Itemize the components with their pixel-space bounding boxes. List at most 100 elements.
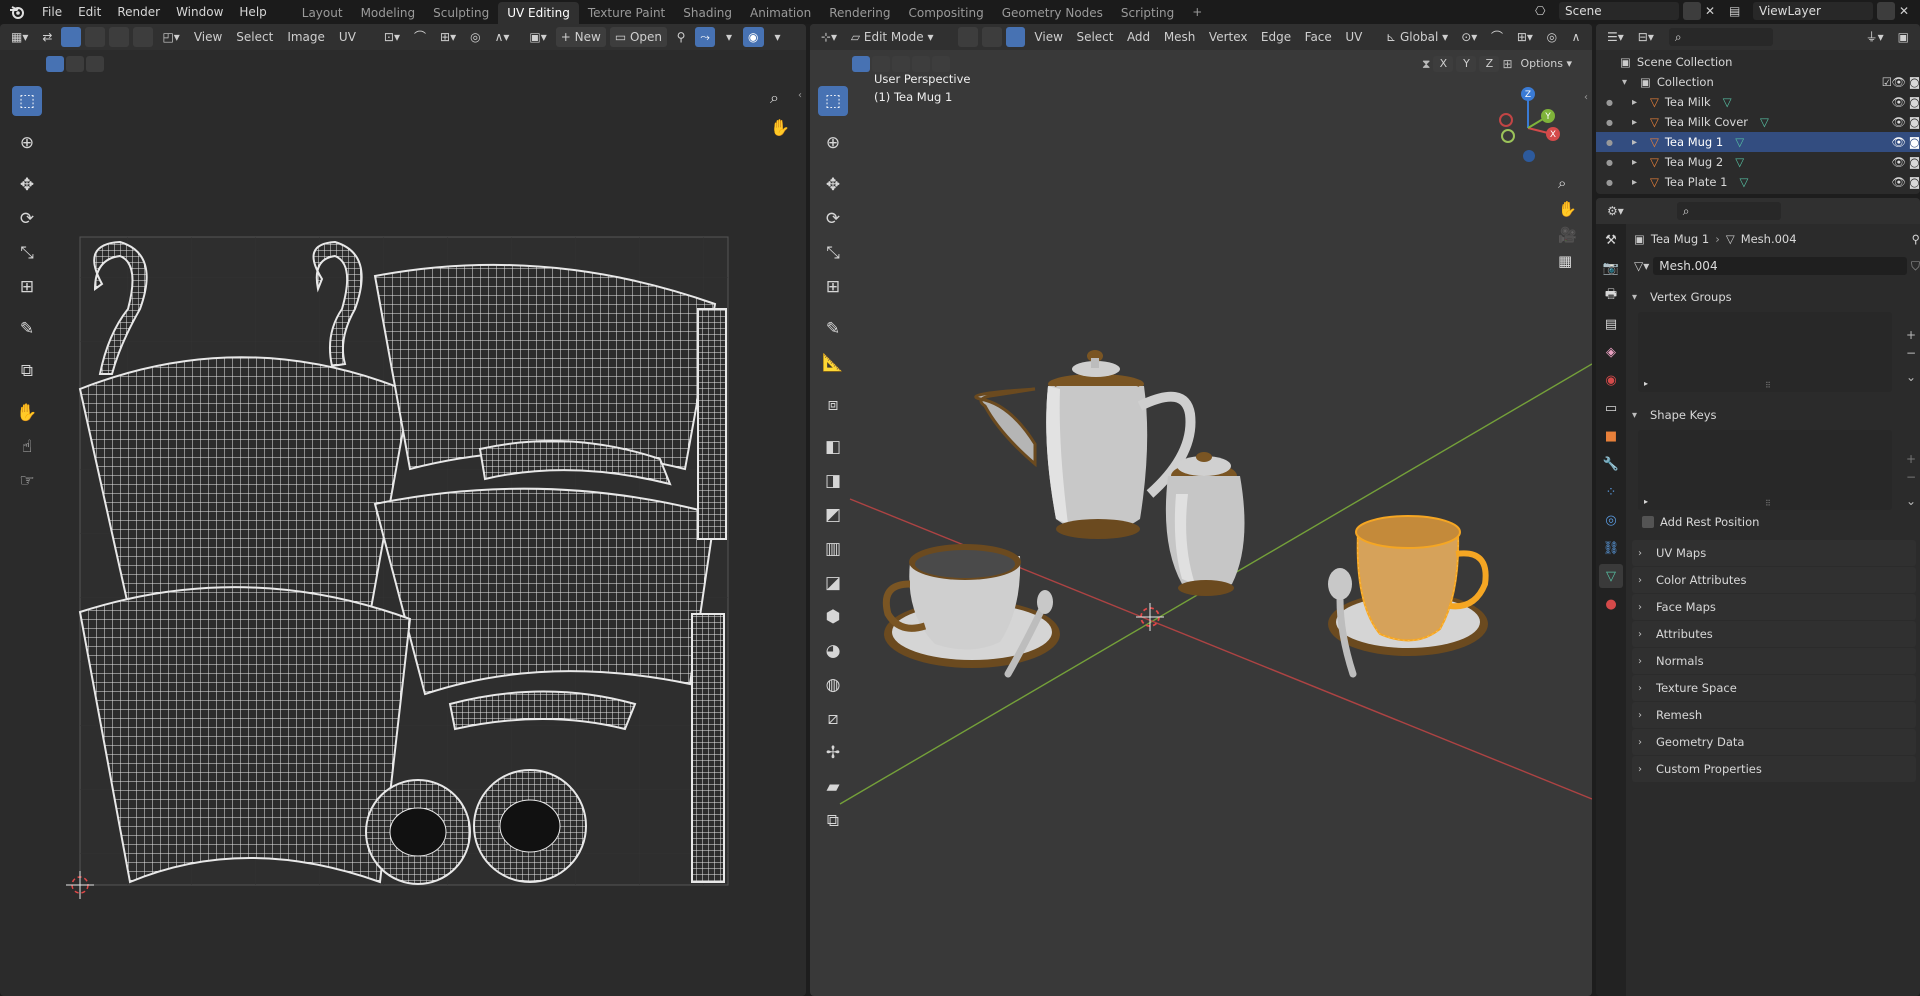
island-select-icon[interactable] [133,27,154,47]
fake-user-icon[interactable]: ⛉ [1911,259,1920,274]
vertex-groups-list[interactable]: ▸ ⠿ [1638,312,1892,392]
outliner-item-tea-milk[interactable]: ● ▸ ▽ Tea Milk ▽ 👁 ◙ [1596,92,1920,112]
edge-select-icon[interactable] [85,27,106,47]
remove-view-layer-icon[interactable]: ✕ [1899,4,1913,18]
workspace-tab-compositing[interactable]: Compositing [899,2,992,24]
vp-sidebar-toggle-icon[interactable]: ‹ [1584,92,1588,103]
outliner-search-input[interactable]: ⌕ [1668,28,1773,46]
particles-tab-icon[interactable]: ⁘ [1599,480,1623,504]
panel-uv-maps[interactable]: › UV Maps [1632,540,1916,566]
uv-canvas[interactable] [0,214,806,934]
falloff-icon[interactable]: ∧▾ [490,27,515,47]
expand-icon[interactable]: ▸ [1632,137,1642,148]
panel-custom-properties[interactable]: › Custom Properties [1632,756,1916,782]
new-view-layer-icon[interactable] [1877,2,1895,20]
outliner-dot-icon[interactable]: ● [1606,118,1632,127]
sync-selection-icon[interactable]: ⇄ [37,27,57,47]
mesh-data-icon[interactable]: ▽ [1735,135,1744,149]
shape-list-expand-icon[interactable]: ▸ [1644,497,1648,506]
workspace-tab-uv-editing[interactable]: UV Editing [498,2,579,24]
outliner-item-tea-mug-1[interactable]: ● ▸ ▽ Tea Mug 1 ▽ 👁 ◙ [1596,132,1920,152]
collection-render-icon[interactable]: ◙ [1909,75,1920,89]
panel-remesh[interactable]: › Remesh [1632,702,1916,728]
mesh-browse-icon[interactable]: ▽▾ [1634,259,1649,273]
render-visibility-icon[interactable]: ◙ [1909,135,1920,149]
resize-handle-icon[interactable]: ⠿ [1765,381,1771,390]
vp-zoom-icon[interactable]: ⌕ [1558,174,1577,192]
workspace-tab-scripting[interactable]: Scripting [1112,2,1183,24]
render-visibility-icon[interactable]: ◙ [1909,115,1920,129]
pin-properties-icon[interactable]: ⚲ [1912,232,1920,246]
menu-file[interactable]: File [34,0,70,24]
workspace-tab-geometry-nodes[interactable]: Geometry Nodes [993,2,1112,24]
camera-view-icon[interactable]: 🎥 [1558,226,1577,244]
proportional-edit-icon[interactable]: ◎ [465,27,485,47]
tool-tab-icon[interactable]: ⚒ [1599,228,1623,252]
visibility-icon[interactable]: 👁 [1891,175,1906,189]
pivot-icon[interactable]: ⊡▾ [379,27,405,47]
sidebar-toggle-icon[interactable]: ‹ [798,90,802,101]
add-rest-position-row[interactable]: Add Rest Position [1632,510,1920,534]
modifier-tab-icon[interactable]: 🔧 [1599,452,1623,476]
constraints-tab-icon[interactable]: ⛓ [1599,536,1623,560]
cursor-icon[interactable]: ⊕ [12,128,42,158]
mesh-data-icon[interactable]: ▽ [1739,175,1748,189]
workspace-tab-shading[interactable]: Shading [674,2,741,24]
workspace-tab-layout[interactable]: Layout [293,2,352,24]
face-select-icon[interactable] [109,27,130,47]
scene-collection-row[interactable]: ▣ Scene Collection [1596,52,1920,72]
outliner-dot-icon[interactable]: ● [1606,158,1632,167]
collection-expand-icon[interactable]: ▾ [1622,77,1632,88]
outliner-dot-icon[interactable]: ● [1606,98,1632,107]
new-collection-icon[interactable]: ▣ [1893,27,1914,47]
add-workspace-button[interactable]: + [1183,1,1211,23]
view-layer-icon[interactable]: ▤ [1729,4,1749,18]
outliner-dot-icon[interactable]: ● [1606,138,1632,147]
render-visibility-icon[interactable]: ◙ [1909,155,1920,169]
visibility-icon[interactable]: 👁 [1891,115,1906,129]
visibility-icon[interactable]: 👁 [1891,95,1906,109]
remove-vertex-group-icon[interactable]: − [1906,346,1916,360]
add-vertex-group-icon[interactable]: + [1906,328,1916,342]
expand-icon[interactable]: ▸ [1632,97,1642,108]
vp-pan-icon[interactable]: ✋ [1558,200,1577,218]
display-mode-icon[interactable]: ⊟▾ [1633,27,1659,47]
new-scene-icon[interactable] [1683,2,1701,20]
outliner-item-tea-mug-2[interactable]: ● ▸ ▽ Tea Mug 2 ▽ 👁 ◙ [1596,152,1920,172]
physics-tab-icon[interactable]: ◎ [1599,508,1623,532]
outliner-editor-type-icon[interactable]: ☰▾ [1602,27,1629,47]
workspace-tab-animation[interactable]: Animation [741,2,820,24]
blender-logo-icon[interactable] [0,0,34,24]
material-tab-icon[interactable]: ● [1599,592,1623,616]
properties-editor-type-icon[interactable]: ⚙▾ [1602,201,1629,221]
3d-viewport[interactable]: ⊹▾ ▱ Edit Mode ▾ View Select Add Mesh Ve… [810,24,1592,996]
select-new-icon[interactable] [46,56,64,72]
pin-icon[interactable]: ⚲ [671,27,691,47]
open-image-button[interactable]: ▭ Open [609,27,668,47]
add-shape-key-icon[interactable]: + [1906,452,1916,466]
properties-search-input[interactable]: ⌕ [1676,202,1781,220]
output-tab-icon[interactable]: 🖶 [1599,284,1623,308]
collection-tab-icon[interactable]: ▭ [1599,396,1623,420]
data-tab-icon[interactable]: ▽ [1599,564,1623,588]
render-tab-icon[interactable]: 📷 [1599,256,1623,280]
panel-face-maps[interactable]: › Face Maps [1632,594,1916,620]
menu-render[interactable]: Render [109,0,168,24]
workspace-tab-modeling[interactable]: Modeling [352,2,425,24]
visibility-icon[interactable]: 👁 [1891,135,1906,149]
render-visibility-icon[interactable]: ◙ [1909,175,1920,189]
collection-visibility-icon[interactable]: 👁 [1891,75,1906,89]
uv-pan-icon[interactable]: ✋ [770,118,790,137]
select-extend-icon[interactable] [66,56,84,72]
shape-keys-list[interactable]: ▸ ⠿ [1638,430,1892,510]
new-image-button[interactable]: + New [555,27,606,47]
sticky-select-icon[interactable]: ◰▾ [157,27,184,47]
panel-normals[interactable]: › Normals [1632,648,1916,674]
snap-icon[interactable]: ⌒ [409,27,431,47]
snap-target-icon[interactable]: ⊞▾ [435,27,461,47]
mesh-data-icon[interactable]: ▽ [1735,155,1744,169]
menu-edit[interactable]: Edit [70,0,109,24]
vertex-group-menu-icon[interactable]: ⌄ [1906,370,1916,384]
visibility-icon[interactable]: 👁 [1891,155,1906,169]
expand-icon[interactable]: ▸ [1632,117,1642,128]
